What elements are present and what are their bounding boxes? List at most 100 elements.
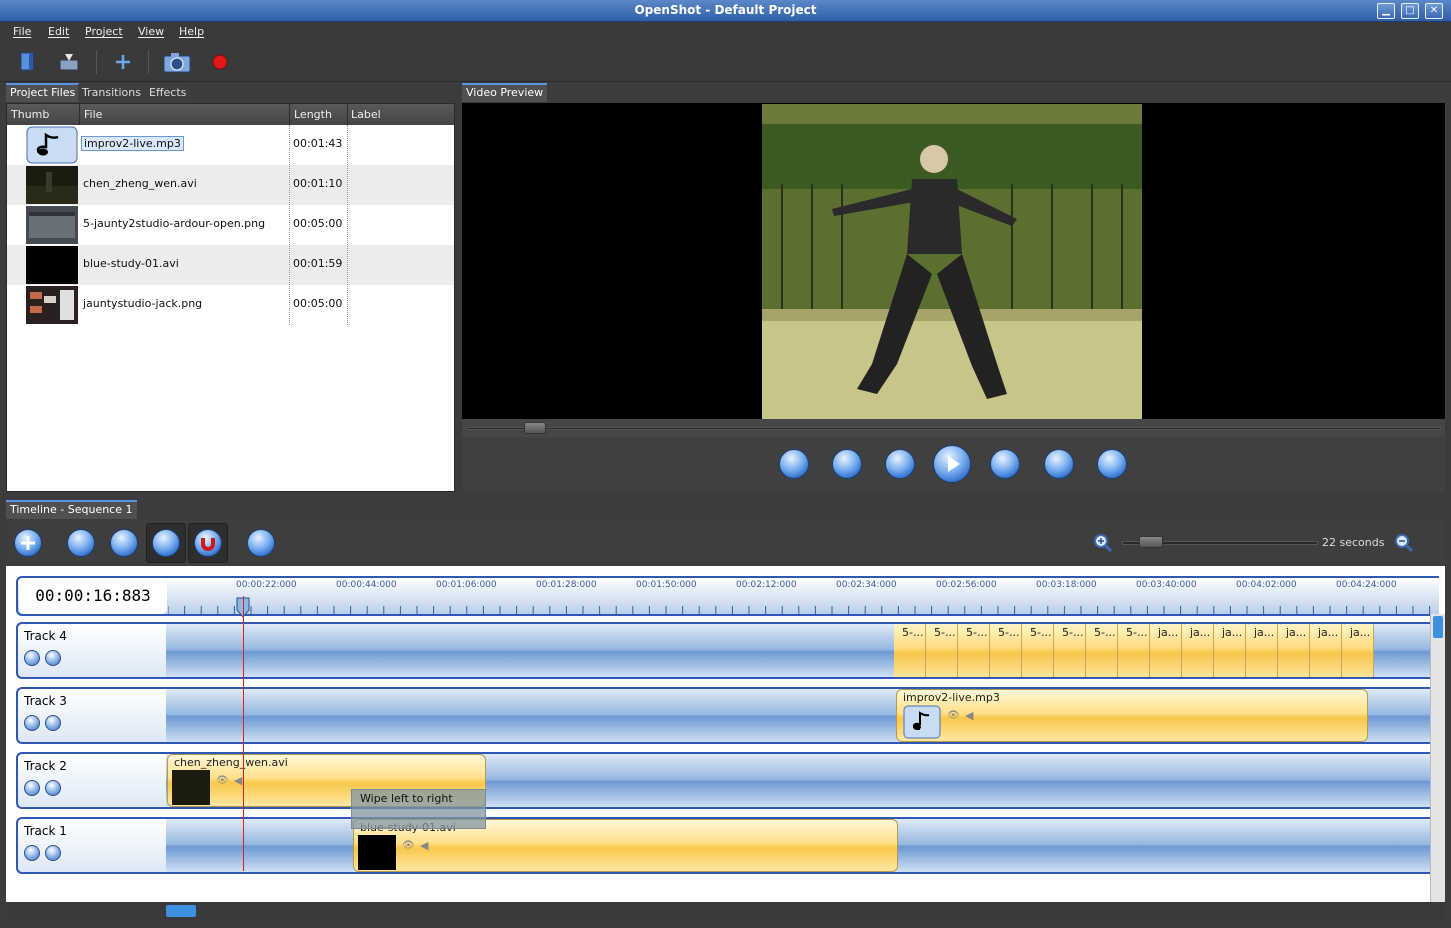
clip-improv2[interactable]: improv2-live.mp3 👁 ◀ (896, 689, 1368, 742)
timeline-vertical-scrollbar[interactable] (1430, 614, 1445, 902)
track-1[interactable]: Track 1 blue-study-01.avi 👁 ◀ (16, 817, 1430, 874)
mini-clip[interactable]: ja... (1182, 624, 1214, 677)
track-audio-icon[interactable] (45, 715, 61, 731)
play-icon[interactable] (933, 445, 971, 483)
zoom-slider-handle[interactable] (1139, 536, 1163, 548)
mini-clip[interactable]: ja... (1310, 624, 1342, 677)
menu-view[interactable]: View (138, 25, 164, 38)
resize-tool-icon[interactable] (152, 529, 180, 557)
track-visibility-icon[interactable] (24, 780, 40, 796)
col-thumb[interactable]: Thumb (11, 108, 49, 121)
mini-clip[interactable]: 5-... (958, 624, 990, 677)
maximize-button[interactable]: □ (1401, 3, 1419, 19)
timeline-ruler[interactable]: 00:00:16:883 00:00:22:000 00:00:44:000 0… (16, 576, 1439, 618)
track-audio-icon[interactable] (45, 650, 61, 666)
menu-file[interactable]: File (13, 25, 31, 38)
razor-tool-icon[interactable] (110, 529, 138, 557)
col-label[interactable]: Label (351, 108, 381, 121)
close-button[interactable]: ✕ (1425, 3, 1443, 19)
menu-edit[interactable]: Edit (48, 25, 69, 38)
list-item[interactable]: 5-jaunty2studio-ardour-open.png 00:05:00 (7, 205, 454, 245)
rewind-icon[interactable] (885, 449, 915, 479)
zoom-out-icon[interactable] (1394, 533, 1414, 553)
track-audio-icon[interactable] (45, 780, 61, 796)
track-3[interactable]: Track 3 improv2-live.mp3 👁 ◀ (16, 687, 1430, 744)
tab-transitions[interactable]: Transitions (78, 84, 145, 103)
tab-timeline[interactable]: Timeline - Sequence 1 (6, 500, 137, 519)
tick-label: 00:04:02:000 (1236, 580, 1297, 590)
clip-visibility-icon[interactable]: 👁 (947, 710, 960, 721)
next-marker-icon[interactable] (1044, 449, 1074, 479)
mini-clip[interactable]: 5-... (1118, 624, 1150, 677)
file-name[interactable]: improv2-live.mp3 (81, 136, 184, 151)
mini-clip[interactable]: 5-... (990, 624, 1022, 677)
resize-tool-box[interactable] (146, 523, 186, 563)
menu-help[interactable]: Help (179, 25, 204, 38)
mini-clip[interactable]: ja... (1214, 624, 1246, 677)
new-project-icon[interactable] (15, 50, 41, 74)
prev-marker-icon[interactable] (832, 449, 862, 479)
track-audio-icon[interactable] (45, 845, 61, 861)
clip-audio-icon[interactable]: ◀ (420, 839, 428, 852)
import-icon[interactable] (56, 50, 82, 74)
add-marker-icon[interactable] (247, 529, 275, 557)
col-file[interactable]: File (84, 108, 102, 121)
jump-start-icon[interactable] (779, 449, 809, 479)
list-item[interactable]: blue-study-01.avi 00:01:59 (7, 245, 454, 285)
tab-effects[interactable]: Effects (145, 84, 191, 103)
tab-project-files[interactable]: Project Files (6, 83, 80, 102)
add-icon[interactable] (110, 50, 136, 74)
seek-handle[interactable] (524, 422, 546, 434)
minimize-button[interactable]: ▁ (1377, 3, 1395, 19)
select-tool-icon[interactable] (67, 529, 95, 557)
track-visibility-icon[interactable] (24, 845, 40, 861)
mini-clip[interactable]: 5-... (1054, 624, 1086, 677)
mini-clip[interactable]: 5-... (1086, 624, 1118, 677)
file-name[interactable]: jauntystudio-jack.png (83, 297, 202, 310)
clip-audio-icon[interactable]: ◀ (965, 709, 973, 722)
col-length[interactable]: Length (294, 108, 332, 121)
timeline-area: 00:00:16:883 00:00:22:000 00:00:44:000 0… (6, 566, 1445, 902)
seek-bar[interactable] (462, 419, 1445, 437)
clip-audio-icon[interactable]: ◀ (234, 774, 242, 787)
mini-clip[interactable]: 5-... (894, 624, 926, 677)
record-icon[interactable] (207, 50, 233, 74)
timeline-horizontal-scrollbar[interactable] (6, 902, 1445, 920)
snapshot-icon[interactable] (162, 50, 192, 74)
snap-tool-box[interactable] (188, 523, 228, 563)
file-name[interactable]: blue-study-01.avi (83, 257, 179, 270)
track-2[interactable]: Track 2 chen_zheng_wen.avi 👁 ◀ (16, 752, 1430, 809)
track-header: Track 4 (18, 624, 166, 677)
list-item[interactable]: jauntystudio-jack.png 00:05:00 (7, 285, 454, 325)
mini-clip[interactable]: ja... (1278, 624, 1310, 677)
transition-label: Wipe left to right (360, 792, 453, 805)
file-name[interactable]: 5-jaunty2studio-ardour-open.png (83, 217, 265, 230)
track-4[interactable]: Track 4 5-... 5-... 5-... 5-... 5-... 5-... 5-… (16, 622, 1430, 679)
clip-visibility-icon[interactable]: 👁 (402, 840, 415, 851)
file-name[interactable]: chen_zheng_wen.avi (83, 177, 197, 190)
tick-label: 00:01:28:000 (536, 580, 597, 590)
zoom-label: 22 seconds (1322, 536, 1385, 549)
track-visibility-icon[interactable] (24, 715, 40, 731)
track-name: Track 4 (24, 629, 67, 643)
mini-clip[interactable]: ja... (1150, 624, 1182, 677)
scrollbar-thumb[interactable] (1433, 616, 1443, 638)
add-track-icon[interactable] (14, 529, 42, 557)
magnet-icon[interactable] (194, 529, 222, 557)
tab-video-preview[interactable]: Video Preview (462, 83, 548, 102)
project-files-list: Thumb File Length Label improv2-live.mp3… (6, 103, 455, 492)
menu-project[interactable]: Project (85, 25, 123, 38)
zoom-in-icon[interactable] (1093, 533, 1113, 553)
list-item[interactable]: improv2-live.mp3 00:01:43 (7, 125, 454, 165)
track-visibility-icon[interactable] (24, 650, 40, 666)
clip-visibility-icon[interactable]: 👁 (216, 775, 229, 786)
jump-end-icon[interactable] (1097, 449, 1127, 479)
transition-wipe[interactable]: Wipe left to right (351, 789, 486, 829)
mini-clip[interactable]: 5-... (926, 624, 958, 677)
scrollbar-thumb[interactable] (166, 905, 196, 917)
list-item[interactable]: chen_zheng_wen.avi 00:01:10 (7, 165, 454, 205)
mini-clip[interactable]: ja... (1246, 624, 1278, 677)
mini-clip[interactable]: ja... (1342, 624, 1374, 677)
mini-clip[interactable]: 5-... (1022, 624, 1054, 677)
fast-forward-icon[interactable] (990, 449, 1020, 479)
